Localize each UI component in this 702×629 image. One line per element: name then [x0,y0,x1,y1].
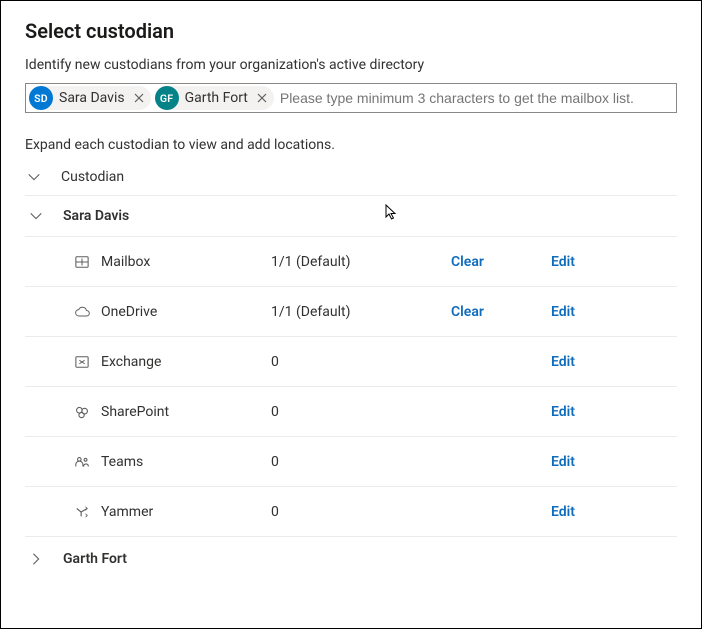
custodian-people-picker[interactable]: SD Sara Davis GF Garth Fort [25,83,677,113]
location-name: Mailbox [101,254,271,270]
close-icon [134,93,144,103]
location-actions: Edit [451,354,669,370]
edit-link[interactable]: Edit [551,404,583,420]
clear-placeholder [451,404,493,420]
teams-icon [73,455,91,469]
header-custodian-label: Custodian [61,169,124,185]
close-icon [257,93,267,103]
select-custodian-panel: Select custodian Identify new custodians… [0,0,702,629]
expand-hint-text: Expand each custodian to view and add lo… [25,137,677,153]
location-count: 0 [271,504,451,520]
chip-label: Garth Fort [185,90,248,106]
edit-link[interactable]: Edit [551,504,583,520]
location-count: 1/1 (Default) [271,254,451,270]
collapse-toggle[interactable] [29,209,63,223]
location-row: Mailbox1/1 (Default)Clear Edit [25,237,677,287]
edit-link[interactable]: Edit [551,354,583,370]
location-actions: Edit [451,504,669,520]
location-count: 0 [271,404,451,420]
edit-link[interactable]: Edit [551,454,583,470]
custodian-name: Garth Fort [63,551,127,567]
location-name: Teams [101,454,271,470]
custodian-row-collapsed[interactable]: Garth Fort [25,537,677,579]
location-row: Yammer0 Edit [25,487,677,537]
people-chip[interactable]: GF Garth Fort [155,86,274,110]
location-actions: Edit [451,404,669,420]
page-subtitle: Identify new custodians from your organi… [25,57,677,73]
location-row: OneDrive1/1 (Default)Clear Edit [25,287,677,337]
avatar: GF [155,86,179,110]
avatar: SD [29,86,53,110]
people-picker-input[interactable] [278,90,673,106]
expand-toggle[interactable] [29,552,63,566]
chip-remove-button[interactable] [256,92,268,104]
expand-all-toggle[interactable] [27,170,61,184]
clear-placeholder [451,454,493,470]
custodian-name: Sara Davis [63,208,129,224]
edit-link[interactable]: Edit [551,254,583,270]
people-chip[interactable]: SD Sara Davis [29,86,151,110]
location-count: 1/1 (Default) [271,304,451,320]
location-name: Exchange [101,354,271,370]
custodian-table-header: Custodian [25,161,677,196]
location-row: Teams0 Edit [25,437,677,487]
cursor-icon [385,204,399,226]
page-title: Select custodian [25,19,677,43]
chevron-down-icon [27,170,41,184]
sharepoint-icon [73,405,91,419]
chip-label: Sara Davis [59,90,125,106]
clear-link[interactable]: Clear [451,254,493,270]
clear-placeholder [451,354,493,370]
location-count: 0 [271,354,451,370]
location-actions: Clear Edit [451,254,669,270]
location-name: Yammer [101,504,271,520]
chevron-down-icon [29,209,43,223]
location-row: Exchange0 Edit [25,337,677,387]
clear-link[interactable]: Clear [451,304,493,320]
location-name: SharePoint [101,404,271,420]
chevron-right-icon [29,552,43,566]
chip-remove-button[interactable] [133,92,145,104]
clear-placeholder [451,504,493,520]
location-count: 0 [271,454,451,470]
custodian-row-expanded[interactable]: Sara Davis [25,196,677,237]
onedrive-icon [73,306,91,318]
exchange-icon [73,355,91,369]
location-actions: Edit [451,454,669,470]
location-row: SharePoint0 Edit [25,387,677,437]
location-actions: Clear Edit [451,304,669,320]
mailbox-icon [73,255,91,269]
yammer-icon [73,505,91,519]
location-name: OneDrive [101,304,271,320]
edit-link[interactable]: Edit [551,304,583,320]
